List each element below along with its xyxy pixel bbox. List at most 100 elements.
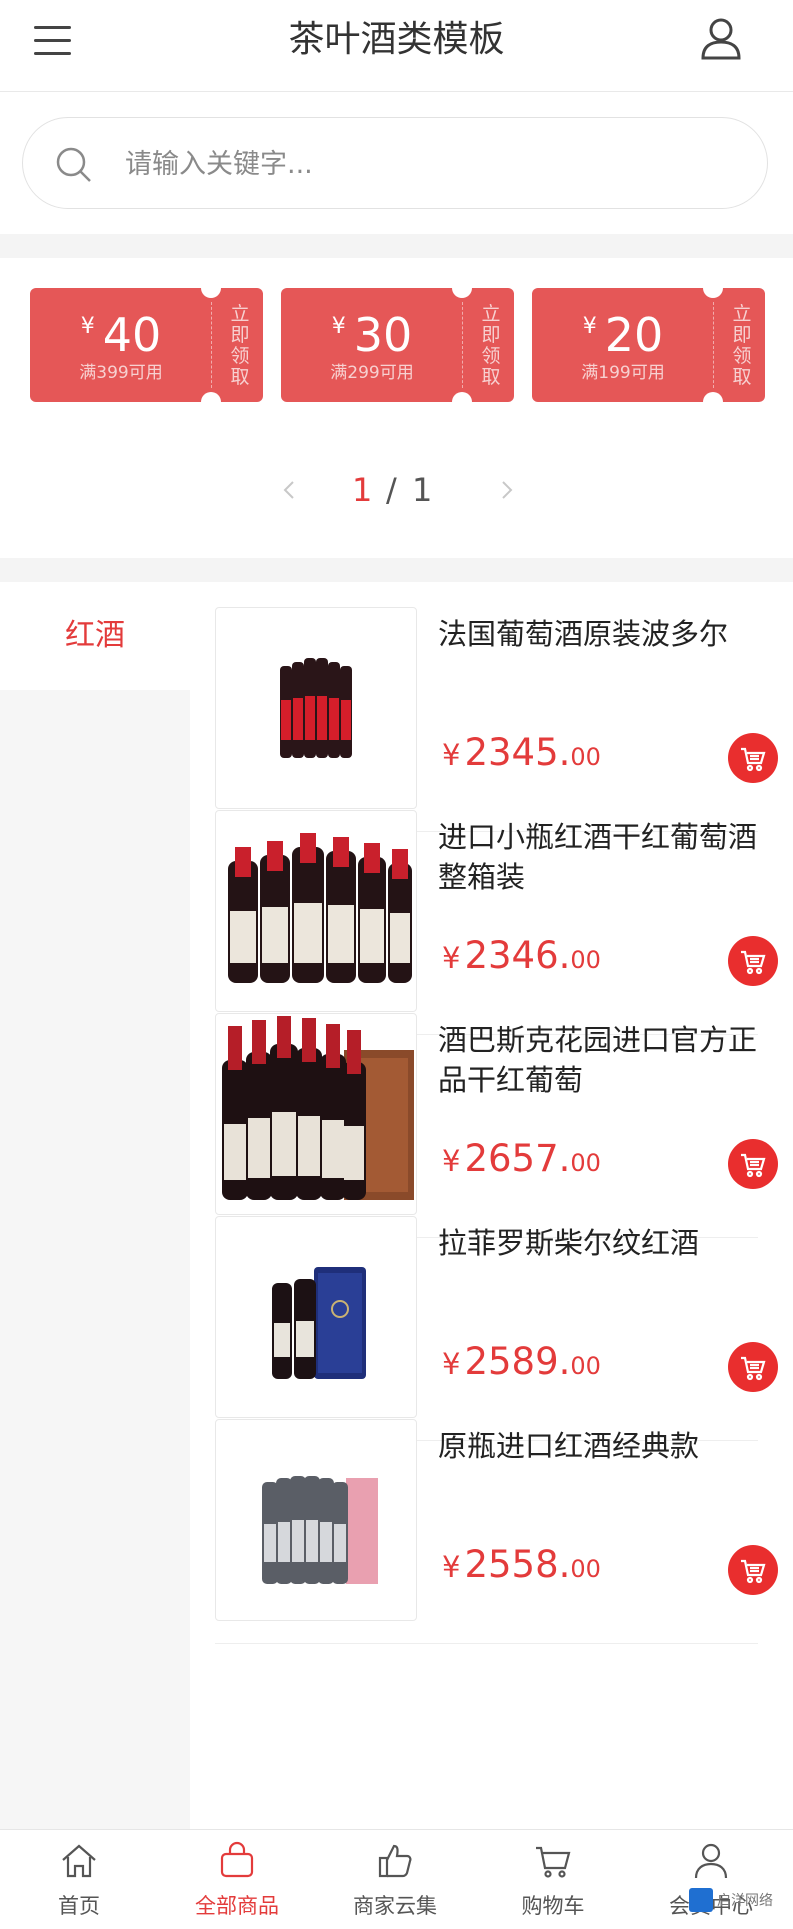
coupon-notch [703, 392, 723, 412]
search-icon[interactable] [55, 146, 93, 184]
top-bar: 茶叶酒类模板 [0, 0, 793, 92]
add-to-cart-button[interactable] [728, 1139, 778, 1189]
bag-icon [220, 1841, 254, 1878]
add-to-cart-button[interactable] [728, 936, 778, 986]
product-name[interactable]: 拉菲罗斯柴尔纹红酒 [438, 1223, 768, 1263]
price-integer: 2558. [464, 1543, 571, 1586]
product-name[interactable]: 进口小瓶红酒干红葡萄酒整箱装 [438, 817, 768, 897]
coupon-section: ¥40 满399可用 立即领取 ¥30 满299可用 立即领取 ¥20 满199… [0, 258, 793, 558]
claim-coupon-button[interactable]: 立即领取 [480, 304, 502, 388]
product-price: ¥2345.00 [442, 728, 601, 782]
bottom-tab-bar: 首页 全部商品 商家云集 购物车 会员中心 [0, 1829, 793, 1929]
pager-current: 1 [352, 471, 373, 509]
product-list: 法国葡萄酒原装波多尔 ¥2345.00 进口小瓶红酒干红葡萄酒整箱装 ¥ 234… [190, 582, 793, 1829]
product-image[interactable] [215, 1419, 417, 1621]
add-to-cart-button[interactable] [728, 733, 778, 783]
page-title: 茶叶酒类模板 [288, 19, 505, 60]
coupon-amount: ¥20 [532, 302, 714, 360]
currency-symbol: ¥ [442, 1550, 461, 1584]
coupon-condition: 满299可用 [330, 363, 414, 383]
cart-icon [536, 1846, 571, 1878]
price-decimal: 00 [570, 1149, 601, 1177]
add-to-cart-button[interactable] [728, 1342, 778, 1392]
product-name[interactable]: 法国葡萄酒原装波多尔 [438, 614, 768, 654]
tab-label: 商家云集 [353, 1894, 437, 1918]
claim-coupon-button[interactable]: 立即领取 [229, 304, 251, 388]
price-decimal: 00 [570, 1555, 601, 1583]
tab-cart[interactable]: 购物车 [474, 1830, 632, 1929]
thumbs-up-icon [378, 1844, 412, 1878]
home-icon [62, 1844, 96, 1878]
coupon-value: 30 [353, 308, 413, 362]
coupon-card[interactable]: ¥20 满199可用 立即领取 [532, 278, 765, 412]
product-price: ¥2589.00 [442, 1337, 601, 1391]
product-image[interactable] [215, 607, 417, 809]
currency-symbol: ¥ [442, 1347, 461, 1381]
search-input[interactable] [125, 140, 725, 188]
price-decimal: 00 [570, 946, 601, 974]
coupon-condition: 满399可用 [79, 363, 163, 383]
currency-symbol: ¥ [442, 941, 461, 975]
chevron-right-icon[interactable] [494, 478, 518, 502]
chevron-left-icon[interactable] [278, 478, 302, 502]
price-decimal: 00 [570, 1352, 601, 1380]
coupon-condition: 满199可用 [581, 363, 665, 383]
tab-label: 首页 [58, 1894, 100, 1918]
cart-icon [741, 1356, 766, 1381]
price-integer: 2346. [464, 934, 571, 977]
user-icon[interactable] [699, 16, 743, 62]
coupon-value: 20 [604, 308, 664, 362]
price-integer: 2657. [464, 1137, 571, 1180]
section-divider [0, 558, 793, 582]
coupon-notch [201, 392, 221, 412]
user-icon [694, 1843, 728, 1879]
cart-icon [741, 1559, 766, 1584]
coupon-pager: 1 / 1 [0, 468, 793, 512]
search-bar[interactable] [22, 117, 768, 209]
price-integer: 2589. [464, 1340, 571, 1383]
product-card[interactable]: 原瓶进口红酒经典款 ¥2558.00 [215, 1394, 778, 1644]
watermark-logo [689, 1888, 713, 1912]
watermark-text: 启洋网络 [717, 1893, 773, 1909]
cart-icon [741, 950, 766, 975]
coupon-value: 40 [102, 308, 162, 362]
search-section [0, 92, 793, 234]
product-price: ¥2558.00 [442, 1540, 601, 1594]
coupon-card[interactable]: ¥40 满399可用 立即领取 [30, 278, 263, 412]
pager-separator: / [386, 471, 397, 509]
product-price: ¥2346.00 [442, 931, 601, 985]
cart-icon [741, 747, 766, 772]
coupon-card[interactable]: ¥30 满299可用 立即领取 [281, 278, 514, 412]
section-divider [0, 234, 793, 258]
currency-symbol: ¥ [331, 314, 346, 339]
cart-icon [741, 1153, 766, 1178]
coupon-notch [452, 392, 472, 412]
product-image[interactable] [215, 1013, 417, 1215]
currency-symbol: ¥ [80, 314, 95, 339]
tab-label: 购物车 [521, 1894, 585, 1918]
product-image[interactable] [215, 1216, 417, 1418]
currency-symbol: ¥ [442, 738, 461, 772]
price-decimal: 00 [570, 743, 601, 771]
coupon-amount: ¥40 [30, 302, 212, 360]
tab-label: 全部商品 [195, 1894, 279, 1918]
tab-all-products[interactable]: 全部商品 [158, 1830, 316, 1929]
price-integer: 2345. [464, 731, 571, 774]
coupon-notch [703, 278, 723, 298]
product-name[interactable]: 酒巴斯克花园进口官方正品干红葡萄 [438, 1020, 768, 1100]
currency-symbol: ¥ [442, 1144, 461, 1178]
product-price: ¥2657.00 [442, 1134, 601, 1188]
product-image[interactable] [215, 810, 417, 1012]
category-sidebar: 红酒 [0, 582, 190, 1829]
currency-symbol: ¥ [582, 314, 597, 339]
category-item-red-wine[interactable]: 红酒 [0, 582, 190, 690]
coupon-notch [201, 278, 221, 298]
product-name[interactable]: 原瓶进口红酒经典款 [438, 1426, 768, 1466]
add-to-cart-button[interactable] [728, 1545, 778, 1595]
coupon-amount: ¥30 [281, 302, 463, 360]
pager-total: 1 [412, 471, 433, 509]
tab-home[interactable]: 首页 [0, 1830, 158, 1929]
tab-merchants[interactable]: 商家云集 [316, 1830, 474, 1929]
claim-coupon-button[interactable]: 立即领取 [731, 304, 753, 388]
coupon-notch [452, 278, 472, 298]
